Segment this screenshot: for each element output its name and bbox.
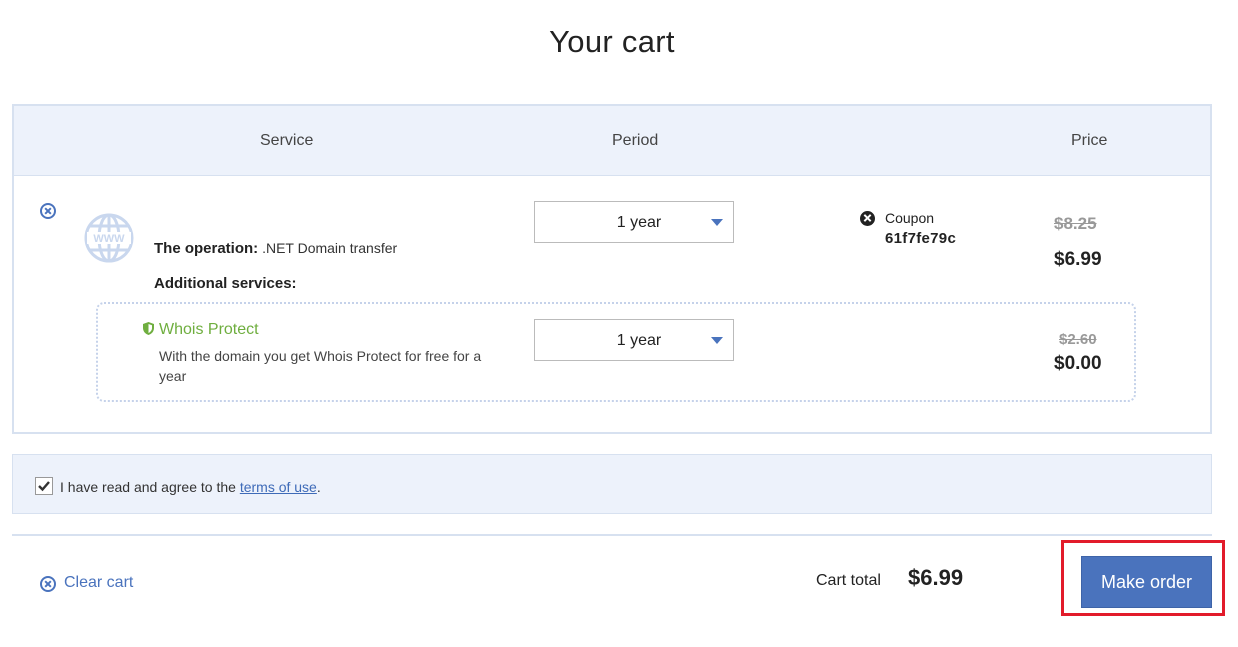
www-globe-icon: WWW [84,213,134,263]
shield-icon [143,322,154,335]
svg-text:WWW: WWW [93,233,125,245]
operation-value: .NET Domain transfer [262,240,398,256]
item-price-old: $8.25 [1054,214,1097,233]
cart-total-label: Cart total [816,572,881,589]
period-select[interactable]: 1 year [534,201,734,243]
operation-label: The operation: [154,240,259,257]
whois-period-select[interactable]: 1 year [534,319,734,361]
terms-checkbox[interactable] [35,477,53,495]
checkmark-icon [38,481,50,492]
cart-table-header: Service Period Price [14,106,1210,176]
make-order-button[interactable]: Make order [1081,556,1212,608]
terms-text: I have read and agree to the [60,479,236,495]
remove-item-icon[interactable] [40,203,56,219]
domain-name [154,206,254,220]
operation-line: The operation: .NET Domain transfer [154,240,397,257]
chevron-down-icon [711,219,723,226]
additional-services-label: Additional services: [154,275,297,292]
coupon-label: Coupon [885,210,935,226]
clear-cart-icon [40,576,56,592]
whois-protect-description: With the domain you get Whois Protect fo… [159,348,482,384]
terms-suffix: . [316,479,321,495]
coupon-code: 61f7fe79c [885,230,957,247]
footer-divider [12,534,1212,536]
terms-agreement-bar: I have read and agree to the terms of us… [12,454,1212,514]
whois-price-new: $0.00 [1054,353,1102,374]
column-header-period: Period [612,132,659,149]
terms-of-use-link[interactable]: terms of use [240,479,317,495]
page-title: Your cart [549,24,675,59]
clear-cart-label: Clear cart [64,574,134,591]
column-header-price: Price [1071,132,1108,149]
whois-protect-title: Whois Protect [159,321,259,338]
terms-agreement-text: I have read and agree to the terms of us… [60,479,321,495]
column-header-service: Service [260,132,314,149]
whois-price-old: $2.60 [1059,331,1097,348]
coupon-remove-icon[interactable] [860,211,875,226]
cart-total-value: $6.99 [908,565,964,590]
chevron-down-icon [711,337,723,344]
item-price-new: $6.99 [1054,249,1102,270]
